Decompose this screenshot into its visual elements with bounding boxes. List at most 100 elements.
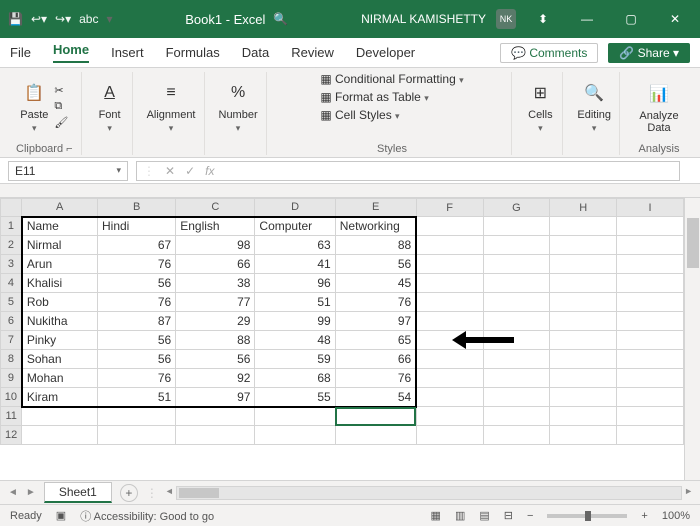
analyze-data-button[interactable]: 📊 Analyze Data [634, 80, 684, 134]
cell[interactable] [617, 274, 684, 293]
row-header[interactable]: 1 [1, 217, 22, 236]
search-icon[interactable]: 🔍 [273, 12, 288, 26]
close-button[interactable]: ✕ [658, 12, 692, 26]
tab-formulas[interactable]: Formulas [166, 45, 220, 60]
cell[interactable] [22, 407, 98, 426]
cells-button[interactable]: ⊞ Cells▾ [526, 79, 554, 134]
col-header[interactable]: G [483, 199, 550, 217]
name-box[interactable]: E11▾ [8, 161, 128, 181]
cell[interactable] [550, 255, 617, 274]
cell[interactable]: 88 [176, 331, 255, 350]
zoom-out-button[interactable]: − [527, 510, 533, 522]
cell[interactable] [617, 236, 684, 255]
cell[interactable] [483, 312, 550, 331]
cell[interactable] [483, 426, 550, 445]
cell[interactable]: Sohan [22, 350, 98, 369]
cell-styles-button[interactable]: ▦ Cell Styles ▾ [320, 108, 399, 122]
cell[interactable] [550, 236, 617, 255]
cell[interactable]: 41 [255, 255, 335, 274]
cell[interactable] [335, 407, 416, 426]
paste-button[interactable]: 📋 Paste▾ [20, 79, 48, 134]
cell[interactable]: 67 [98, 236, 176, 255]
sheet-nav-next[interactable]: ► [26, 487, 36, 498]
cell[interactable]: 48 [255, 331, 335, 350]
cell[interactable] [416, 369, 483, 388]
cell[interactable] [483, 274, 550, 293]
cell[interactable] [617, 407, 684, 426]
cell[interactable] [483, 217, 550, 236]
cell[interactable] [483, 236, 550, 255]
vertical-scrollbar[interactable] [684, 198, 700, 480]
col-header[interactable]: E [335, 199, 416, 217]
editing-button[interactable]: 🔍 Editing▾ [577, 79, 611, 134]
cell[interactable]: Hindi [98, 217, 176, 236]
tab-insert[interactable]: Insert [111, 45, 144, 60]
select-all-corner[interactable] [1, 199, 22, 217]
cell[interactable]: 77 [176, 293, 255, 312]
cell[interactable]: 76 [335, 293, 416, 312]
cell[interactable]: 38 [176, 274, 255, 293]
cell[interactable] [416, 388, 483, 407]
zoom-level[interactable]: 100% [662, 510, 690, 522]
minimize-button[interactable]: — [570, 12, 604, 26]
zoom-slider[interactable] [547, 514, 627, 518]
cell[interactable] [483, 293, 550, 312]
cell[interactable] [335, 426, 416, 445]
cell[interactable] [416, 312, 483, 331]
cell[interactable] [550, 388, 617, 407]
autosave-indicator[interactable]: abc [79, 12, 98, 26]
avatar[interactable]: NK [496, 9, 516, 29]
add-sheet-button[interactable]: + [120, 484, 138, 502]
cell[interactable]: 51 [255, 293, 335, 312]
cell[interactable] [176, 426, 255, 445]
cell[interactable] [617, 293, 684, 312]
cell[interactable]: Kiram [22, 388, 98, 407]
qat-customize-icon[interactable]: ▾ [106, 12, 112, 26]
cell[interactable]: 76 [98, 369, 176, 388]
cell[interactable]: 99 [255, 312, 335, 331]
tab-file[interactable]: File [10, 45, 31, 60]
format-painter-icon[interactable]: 🖌 [54, 116, 68, 129]
cell[interactable]: 55 [255, 388, 335, 407]
cell[interactable] [550, 426, 617, 445]
row-header[interactable]: 2 [1, 236, 22, 255]
maximize-button[interactable]: ▢ [614, 12, 648, 26]
cell[interactable]: Khalisi [22, 274, 98, 293]
row-header[interactable]: 5 [1, 293, 22, 312]
cell[interactable]: Networking [335, 217, 416, 236]
cell[interactable]: 54 [335, 388, 416, 407]
cell[interactable] [550, 331, 617, 350]
cell[interactable] [416, 255, 483, 274]
cell[interactable] [550, 217, 617, 236]
col-header[interactable]: I [617, 199, 684, 217]
enter-icon[interactable]: ✓ [185, 164, 195, 178]
cell[interactable] [550, 407, 617, 426]
cell[interactable] [550, 350, 617, 369]
col-header[interactable]: B [98, 199, 176, 217]
row-header[interactable]: 8 [1, 350, 22, 369]
cell[interactable]: Name [22, 217, 98, 236]
cell[interactable]: 76 [335, 369, 416, 388]
cell[interactable] [550, 312, 617, 331]
cell[interactable]: 98 [176, 236, 255, 255]
cut-icon[interactable]: ✂ [54, 84, 68, 97]
tab-data[interactable]: Data [242, 45, 269, 60]
cell[interactable]: Mohan [22, 369, 98, 388]
cell[interactable] [416, 217, 483, 236]
row-header[interactable]: 6 [1, 312, 22, 331]
cell[interactable] [416, 274, 483, 293]
cell[interactable] [98, 407, 176, 426]
col-header[interactable]: H [550, 199, 617, 217]
cancel-icon[interactable]: ✕ [165, 164, 175, 178]
sheet-nav-prev[interactable]: ◄ [8, 487, 18, 498]
cell[interactable] [255, 407, 335, 426]
share-button[interactable]: 🔗 Share ▾ [608, 43, 690, 63]
col-header[interactable]: D [255, 199, 335, 217]
cell[interactable] [617, 388, 684, 407]
cell[interactable]: 66 [335, 350, 416, 369]
cell[interactable] [98, 426, 176, 445]
cell[interactable]: 51 [98, 388, 176, 407]
cell[interactable]: 68 [255, 369, 335, 388]
cell[interactable]: 56 [98, 274, 176, 293]
cell[interactable] [483, 388, 550, 407]
